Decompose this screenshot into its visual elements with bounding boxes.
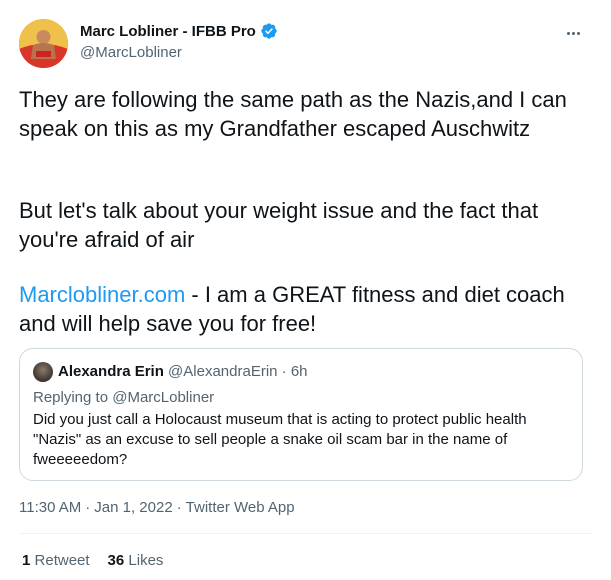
retweets-label: Retweet	[34, 552, 90, 569]
quoted-replying-to: Replying to @MarcLobliner	[33, 389, 214, 406]
quoted-tweet-text: Did you just call a Holocaust museum tha…	[33, 411, 527, 468]
replying-mention[interactable]: @MarcLobliner	[112, 389, 214, 406]
tweet-time[interactable]: 11:30 AM	[19, 499, 81, 516]
quoted-time[interactable]: 6h	[291, 363, 308, 380]
retweets-stat[interactable]: 1 Retweet	[22, 552, 90, 569]
quoted-separator: ·	[281, 363, 287, 380]
more-options-icon[interactable]	[563, 24, 583, 42]
website-link[interactable]: Marclobliner.com	[19, 282, 185, 307]
likes-stat[interactable]: 36 Likes	[108, 552, 164, 569]
tweet-card: Marc Lobliner - IFBB Pro @MarcLobliner T…	[0, 0, 611, 580]
quoted-tweet-header: Alexandra Erin @AlexandraErin · 6h	[58, 363, 308, 380]
author-name[interactable]: Marc Lobliner - IFBB Pro	[80, 23, 256, 40]
tweet-paragraph-3: Marclobliner.com - I am a GREAT fitness …	[19, 280, 589, 338]
tweet-source[interactable]: Twitter Web App	[186, 499, 295, 516]
retweets-count: 1	[22, 552, 31, 569]
quoted-author-handle[interactable]: @AlexandraErin	[168, 363, 277, 380]
author-avatar[interactable]	[19, 19, 68, 68]
replying-prefix: Replying to	[33, 389, 109, 406]
quoted-tweet[interactable]: Alexandra Erin @AlexandraErin · 6h Reply…	[19, 348, 583, 481]
verified-badge-icon	[261, 23, 277, 39]
author-avatar-image	[19, 19, 68, 68]
author-handle[interactable]: @MarcLobliner	[80, 44, 182, 61]
tweet-paragraph-2: But let's talk about your weight issue a…	[19, 198, 539, 252]
meta-separator-2: ·	[176, 499, 182, 516]
divider	[19, 533, 592, 534]
quoted-author-avatar[interactable]	[33, 362, 53, 382]
tweet-stats: 1 Retweet 36 Likes	[22, 552, 181, 569]
tweet-date[interactable]: Jan 1, 2022	[94, 499, 172, 516]
likes-count: 36	[107, 552, 125, 569]
tweet-meta: 11:30 AM · Jan 1, 2022 · Twitter Web App	[19, 499, 295, 516]
quoted-author-name[interactable]: Alexandra Erin	[58, 363, 164, 380]
tweet-paragraph-1: They are following the same path as the …	[19, 87, 567, 141]
meta-separator-1: ·	[85, 499, 91, 516]
author-name-row[interactable]: Marc Lobliner - IFBB Pro	[80, 22, 278, 40]
likes-label: Likes	[128, 552, 164, 569]
